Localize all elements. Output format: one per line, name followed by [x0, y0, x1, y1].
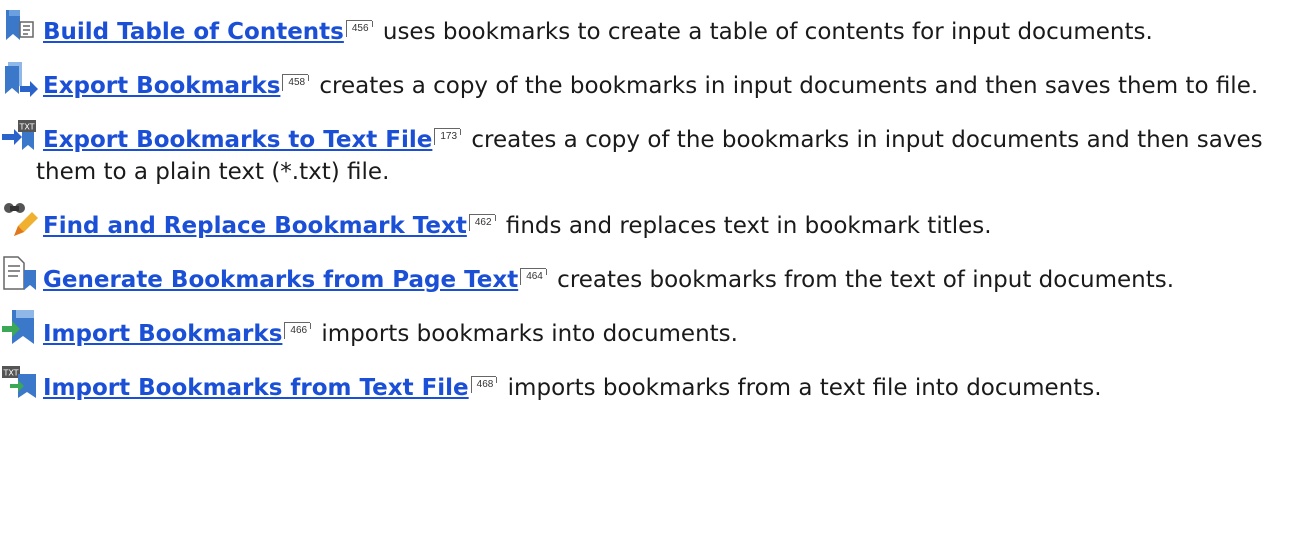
build-toc-link[interactable]: Build Table of Contents: [43, 19, 344, 45]
page-reference[interactable]: 468: [470, 376, 498, 393]
page-reference[interactable]: 458: [282, 74, 309, 91]
entry-description: imports bookmarks from a text file into …: [500, 375, 1102, 401]
entry-description: uses bookmarks to create a table of cont…: [375, 19, 1153, 45]
svg-text:TXT: TXT: [18, 123, 34, 132]
page-reference[interactable]: 456: [345, 20, 373, 37]
import-bookmarks-text-file-link[interactable]: Import Bookmarks from Text File: [43, 375, 469, 401]
list-item: Import Bookmarks 466 imports bookmarks in…: [2, 308, 1276, 350]
generate-bookmarks-link[interactable]: Generate Bookmarks from Page Text: [43, 267, 518, 293]
list-item: Generate Bookmarks from Page Text 464 cre…: [3, 254, 1276, 296]
entry-description: creates a copy of the bookmarks in input…: [312, 73, 1259, 99]
list-item: Build Table of Contents 456 uses bookmark…: [6, 6, 1276, 48]
generate-bookmarks-icon: [0, 254, 40, 294]
import-bookmarks-icon: [0, 308, 40, 348]
list-item: Find and Replace Bookmark Text 462 finds …: [4, 200, 1276, 242]
export-text-file-icon: TXT: [0, 114, 40, 154]
find-replace-bookmark-text-link[interactable]: Find and Replace Bookmark Text: [43, 213, 467, 239]
import-bookmarks-link[interactable]: Import Bookmarks: [43, 321, 282, 347]
entry-description: imports bookmarks into documents.: [314, 321, 738, 347]
page-reference[interactable]: 466: [284, 322, 311, 339]
page-reference[interactable]: 173: [434, 128, 461, 145]
bookmark-tools-list: Build Table of Contents 456 uses bookmark…: [0, 0, 1276, 404]
entry-description: creates bookmarks from the text of input…: [549, 267, 1175, 293]
list-item: TXT Import Bookmarks from Text File 468 i…: [2, 362, 1276, 404]
svg-text:TXT: TXT: [2, 369, 18, 378]
entry-description: finds and replaces text in bookmark titl…: [498, 213, 992, 239]
export-bookmarks-text-file-link[interactable]: Export Bookmarks to Text File: [43, 127, 432, 153]
page-reference[interactable]: 462: [468, 214, 496, 231]
find-replace-icon: [0, 200, 40, 240]
import-text-file-icon: TXT: [0, 362, 40, 402]
export-bookmarks-icon: [0, 60, 40, 100]
export-bookmarks-link[interactable]: Export Bookmarks: [43, 73, 280, 99]
list-item: TXT Export Bookmarks to Text File 173 cre…: [2, 114, 1276, 188]
bookmark-toc-icon: [0, 6, 40, 46]
list-item: Export Bookmarks 458 creates a copy of th…: [5, 60, 1276, 102]
page-reference[interactable]: 464: [520, 268, 547, 285]
